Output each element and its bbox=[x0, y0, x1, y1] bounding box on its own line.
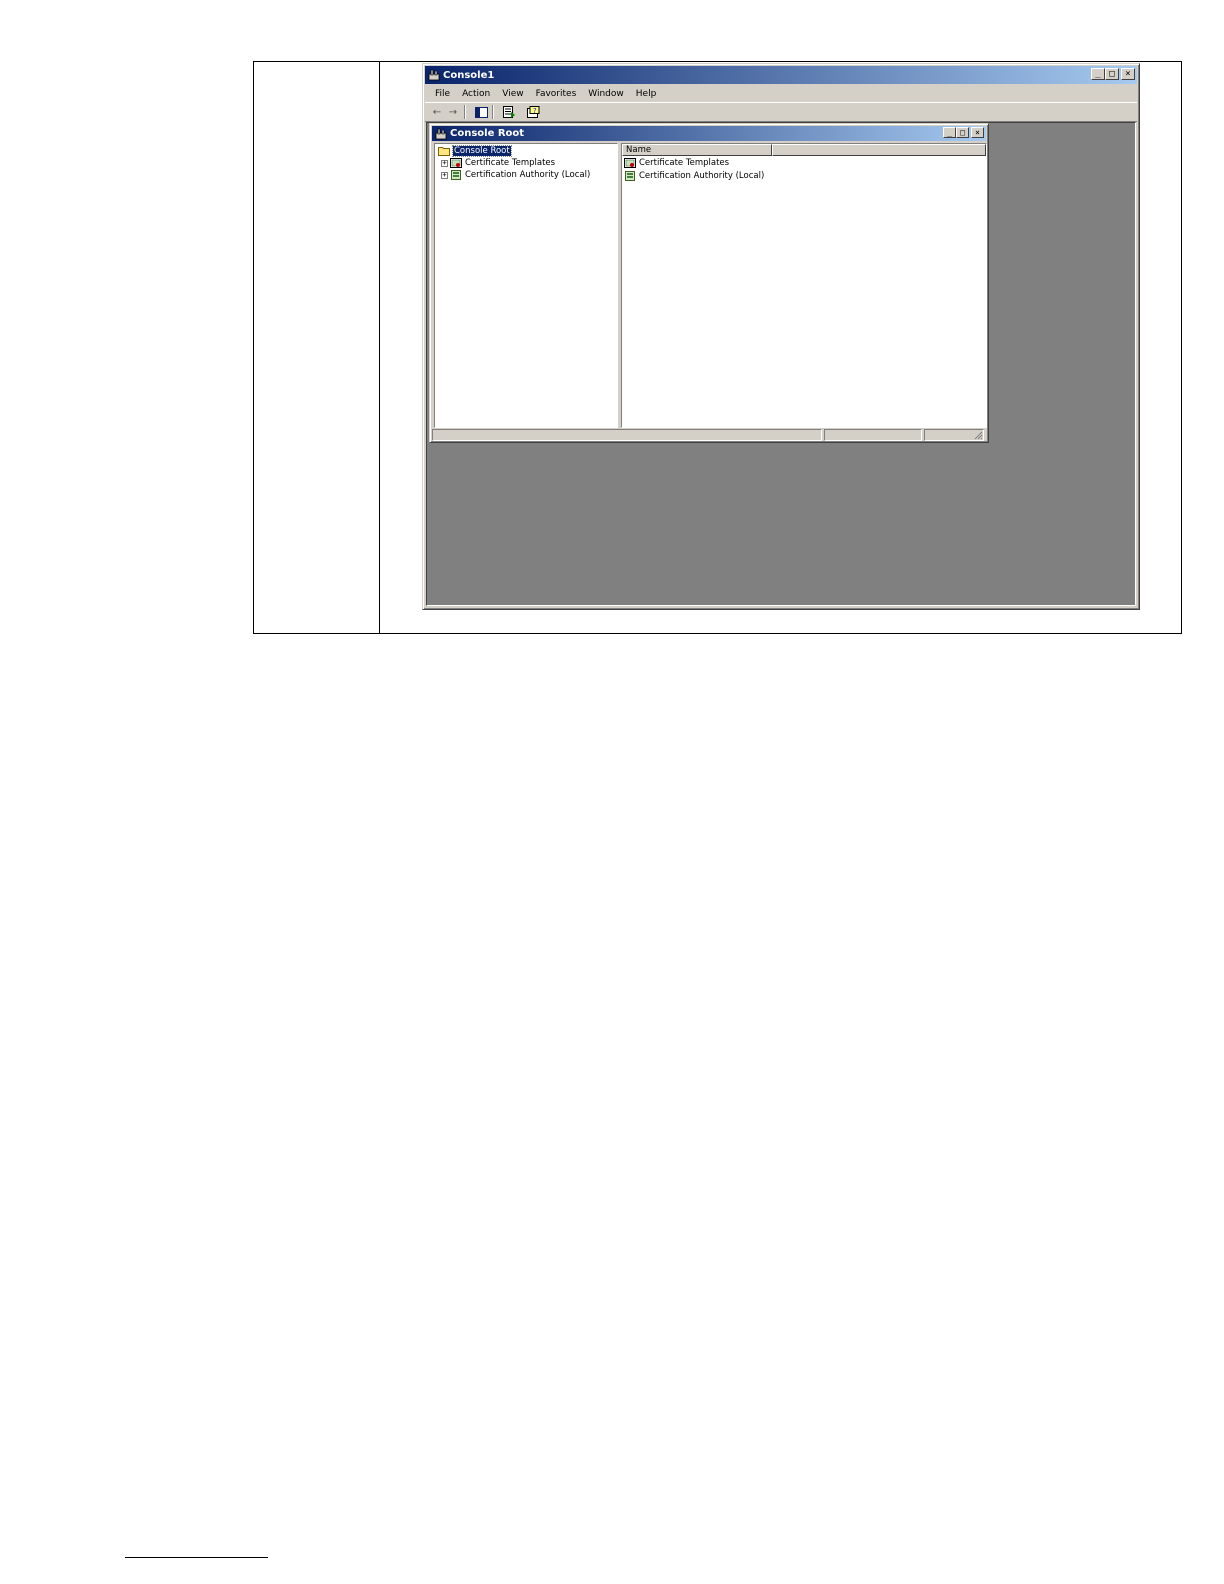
mmc-window: Console1 _ □ × File Action View Favorite… bbox=[422, 63, 1140, 610]
tree-item-label: Certification Authority (Local) bbox=[465, 170, 591, 180]
list-item[interactable]: Certificate Templates bbox=[624, 157, 729, 169]
console-root-window: Console Root _ □ × Console Root + Certif… bbox=[429, 123, 989, 443]
resize-grip-icon[interactable] bbox=[973, 430, 983, 440]
status-cell bbox=[432, 429, 822, 441]
table-column-divider bbox=[379, 62, 380, 633]
console-root-icon bbox=[435, 128, 447, 139]
column-header-empty[interactable] bbox=[772, 144, 986, 156]
child-window-controls: _ □ × bbox=[943, 127, 984, 138]
list-item-label: Certificate Templates bbox=[639, 158, 730, 168]
status-cell bbox=[924, 429, 984, 441]
menu-help[interactable]: Help bbox=[634, 89, 659, 99]
child-titlebar[interactable]: Console Root _ □ × bbox=[432, 126, 986, 141]
child-window-title: Console Root bbox=[450, 128, 525, 139]
certificate-templates-icon bbox=[450, 158, 462, 168]
menu-favorites[interactable]: Favorites bbox=[534, 89, 579, 99]
menu-file[interactable]: File bbox=[433, 89, 452, 99]
back-arrow-icon[interactable]: ← bbox=[429, 105, 445, 119]
toolbar-separator bbox=[464, 105, 466, 119]
status-bar bbox=[432, 429, 986, 442]
list-item-label: Certification Authority (Local) bbox=[639, 171, 765, 181]
tree-pane[interactable]: Console Root + Certificate Templates + C… bbox=[434, 143, 618, 428]
tree-item-label: Console Root bbox=[452, 145, 512, 157]
forward-arrow-icon[interactable]: → bbox=[445, 105, 461, 119]
folder-icon bbox=[438, 147, 450, 156]
toolbar-separator bbox=[492, 105, 494, 119]
expand-icon[interactable]: + bbox=[441, 159, 448, 167]
certification-authority-icon bbox=[451, 170, 461, 180]
list-column-headers: Name bbox=[622, 144, 986, 156]
mmc-app-icon bbox=[428, 69, 440, 81]
tree-item-label: Certificate Templates bbox=[465, 158, 556, 168]
menu-action[interactable]: Action bbox=[460, 89, 492, 99]
toolbar: ← → ? bbox=[425, 102, 1137, 122]
mdi-client-area: Console Root _ □ × Console Root + Certif… bbox=[426, 122, 1136, 606]
svg-text:?: ? bbox=[533, 107, 537, 115]
help-topics-icon[interactable]: ? bbox=[525, 105, 541, 119]
child-maximize-button[interactable]: □ bbox=[956, 127, 969, 138]
footnote-separator bbox=[125, 1557, 268, 1558]
list-pane[interactable]: Name Certificate Templates Certification… bbox=[621, 143, 987, 428]
main-titlebar[interactable]: Console1 _ □ × bbox=[425, 66, 1137, 84]
main-window-title: Console1 bbox=[443, 69, 495, 81]
show-hide-tree-icon[interactable] bbox=[473, 105, 489, 119]
export-list-icon[interactable] bbox=[501, 105, 517, 119]
child-close-button[interactable]: × bbox=[971, 127, 984, 138]
menu-view[interactable]: View bbox=[500, 89, 525, 99]
menu-bar: File Action View Favorites Window Help bbox=[425, 85, 1137, 102]
tree-item-certificate-templates[interactable]: + Certificate Templates bbox=[441, 157, 555, 169]
minimize-button[interactable]: _ bbox=[1091, 68, 1105, 80]
child-minimize-button[interactable]: _ bbox=[943, 127, 956, 138]
list-item[interactable]: Certification Authority (Local) bbox=[624, 170, 764, 182]
menu-window[interactable]: Window bbox=[586, 89, 626, 99]
tree-item-console-root[interactable]: Console Root bbox=[438, 145, 512, 157]
close-button[interactable]: × bbox=[1121, 68, 1135, 80]
certificate-templates-icon bbox=[624, 158, 636, 168]
status-cell bbox=[824, 429, 922, 441]
main-window-controls: _ □ × bbox=[1091, 68, 1135, 80]
expand-icon[interactable]: + bbox=[441, 171, 448, 179]
certification-authority-icon bbox=[625, 171, 635, 181]
tree-item-certification-authority[interactable]: + Certification Authority (Local) bbox=[441, 169, 590, 181]
maximize-button[interactable]: □ bbox=[1105, 68, 1119, 80]
column-header-name[interactable]: Name bbox=[622, 144, 772, 156]
